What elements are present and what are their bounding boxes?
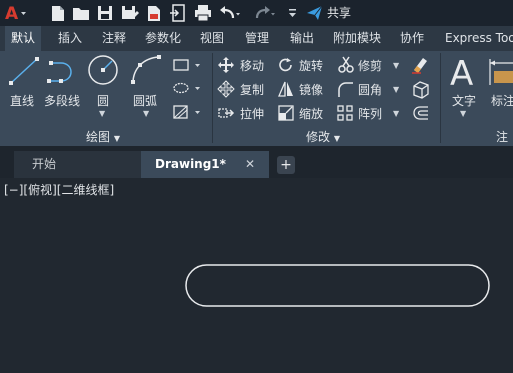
drawing-geometry [185,264,490,307]
obround-shape[interactable] [185,264,490,307]
